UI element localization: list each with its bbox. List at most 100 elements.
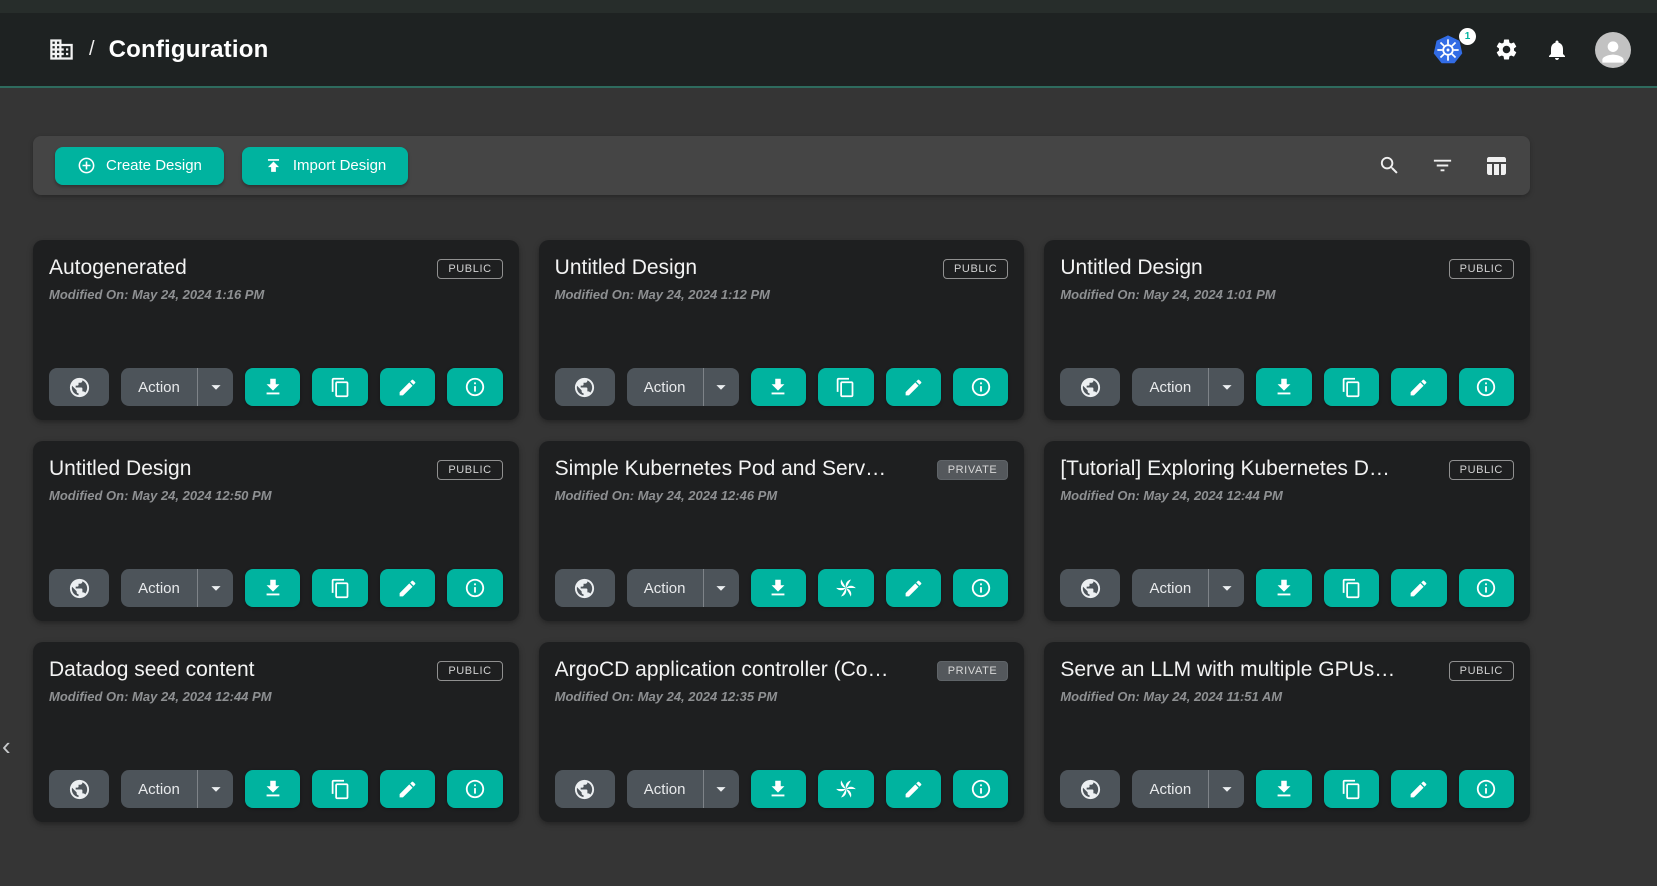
visibility-globe-button[interactable]: [555, 770, 615, 808]
download-button[interactable]: [1256, 569, 1311, 607]
caret-down-icon: [710, 577, 732, 599]
card-header: ArgoCD application controller (Co… PRIVA…: [555, 658, 1009, 682]
edit-button[interactable]: [380, 569, 435, 607]
action-split-button[interactable]: Action: [121, 770, 233, 808]
download-button[interactable]: [245, 368, 300, 406]
clone-button[interactable]: [818, 770, 873, 808]
action-dropdown-toggle[interactable]: [197, 368, 233, 406]
download-button[interactable]: [1256, 770, 1311, 808]
user-avatar[interactable]: [1595, 32, 1631, 68]
action-dropdown-toggle[interactable]: [703, 368, 739, 406]
clone-button[interactable]: [312, 569, 367, 607]
edit-button[interactable]: [1391, 569, 1446, 607]
action-split-button[interactable]: Action: [627, 770, 739, 808]
clone-button[interactable]: [1324, 770, 1379, 808]
copy-icon: [1341, 578, 1362, 599]
edit-pencil-icon: [903, 779, 924, 800]
action-dropdown-toggle[interactable]: [197, 569, 233, 607]
card-header: Untitled Design PUBLIC: [1060, 256, 1514, 280]
info-button[interactable]: [1459, 770, 1514, 808]
import-design-button[interactable]: Import Design: [242, 147, 408, 185]
design-modified: Modified On: May 24, 2024 1:16 PM: [49, 287, 503, 302]
clone-button[interactable]: [818, 569, 873, 607]
notifications-button[interactable]: [1545, 38, 1569, 62]
info-icon: [970, 778, 992, 800]
download-button[interactable]: [751, 770, 806, 808]
action-dropdown-toggle[interactable]: [197, 770, 233, 808]
visibility-badge: PUBLIC: [437, 259, 502, 279]
action-split-button[interactable]: Action: [627, 368, 739, 406]
organization-building-icon[interactable]: [48, 36, 75, 63]
kubernetes-context-button[interactable]: 1: [1432, 34, 1468, 66]
info-button[interactable]: [447, 368, 502, 406]
breadcrumb-separator: /: [89, 38, 95, 61]
clone-button[interactable]: [312, 770, 367, 808]
visibility-globe-button[interactable]: [1060, 368, 1120, 406]
edit-button[interactable]: [886, 368, 941, 406]
clone-button[interactable]: [312, 368, 367, 406]
visibility-globe-button[interactable]: [49, 770, 109, 808]
swirl-icon: [834, 576, 858, 600]
action-split-button[interactable]: Action: [1132, 569, 1244, 607]
download-button[interactable]: [245, 569, 300, 607]
edit-button[interactable]: [1391, 770, 1446, 808]
action-split-button[interactable]: Action: [1132, 368, 1244, 406]
person-icon: [1597, 36, 1629, 68]
download-button[interactable]: [751, 569, 806, 607]
caret-down-icon: [205, 778, 227, 800]
action-dropdown-toggle[interactable]: [703, 770, 739, 808]
info-button[interactable]: [1459, 368, 1514, 406]
action-dropdown-toggle[interactable]: [1208, 569, 1244, 607]
download-button[interactable]: [1256, 368, 1311, 406]
download-icon: [262, 778, 284, 800]
info-button[interactable]: [447, 569, 502, 607]
search-icon: [1378, 154, 1401, 177]
edit-button[interactable]: [1391, 368, 1446, 406]
collapse-panel-chevron[interactable]: ‹: [2, 733, 11, 759]
clone-button[interactable]: [1324, 368, 1379, 406]
settings-button[interactable]: [1494, 37, 1519, 62]
filter-button[interactable]: [1431, 154, 1454, 177]
download-button[interactable]: [751, 368, 806, 406]
action-dropdown-toggle[interactable]: [1208, 770, 1244, 808]
download-icon: [262, 577, 284, 599]
designs-toolbar: Create Design Import Design: [33, 136, 1530, 195]
edit-button[interactable]: [380, 770, 435, 808]
card-header: Serve an LLM with multiple GPUs… PUBLIC: [1060, 658, 1514, 682]
visibility-globe-button[interactable]: [555, 569, 615, 607]
edit-button[interactable]: [380, 368, 435, 406]
info-icon: [1475, 577, 1497, 599]
copy-icon: [330, 779, 351, 800]
edit-pencil-icon: [1408, 578, 1429, 599]
table-view-button[interactable]: [1484, 154, 1508, 178]
design-title: [Tutorial] Exploring Kubernetes D…: [1060, 457, 1390, 481]
action-dropdown-toggle[interactable]: [1208, 368, 1244, 406]
download-button[interactable]: [245, 770, 300, 808]
edit-button[interactable]: [886, 569, 941, 607]
action-dropdown-toggle[interactable]: [703, 569, 739, 607]
create-design-button[interactable]: Create Design: [55, 147, 224, 185]
action-split-button[interactable]: Action: [121, 569, 233, 607]
clone-button[interactable]: [818, 368, 873, 406]
visibility-badge: PUBLIC: [1449, 661, 1514, 681]
search-button[interactable]: [1378, 154, 1401, 177]
action-split-button[interactable]: Action: [121, 368, 233, 406]
info-button[interactable]: [953, 770, 1008, 808]
visibility-globe-button[interactable]: [1060, 569, 1120, 607]
globe-icon: [1079, 376, 1102, 399]
visibility-globe-button[interactable]: [49, 569, 109, 607]
globe-icon: [573, 778, 596, 801]
card-header: Datadog seed content PUBLIC: [49, 658, 503, 682]
clone-button[interactable]: [1324, 569, 1379, 607]
visibility-globe-button[interactable]: [555, 368, 615, 406]
edit-button[interactable]: [886, 770, 941, 808]
info-button[interactable]: [1459, 569, 1514, 607]
action-split-button[interactable]: Action: [627, 569, 739, 607]
copy-icon: [1341, 779, 1362, 800]
info-button[interactable]: [447, 770, 502, 808]
visibility-globe-button[interactable]: [49, 368, 109, 406]
visibility-globe-button[interactable]: [1060, 770, 1120, 808]
info-button[interactable]: [953, 368, 1008, 406]
action-split-button[interactable]: Action: [1132, 770, 1244, 808]
info-button[interactable]: [953, 569, 1008, 607]
